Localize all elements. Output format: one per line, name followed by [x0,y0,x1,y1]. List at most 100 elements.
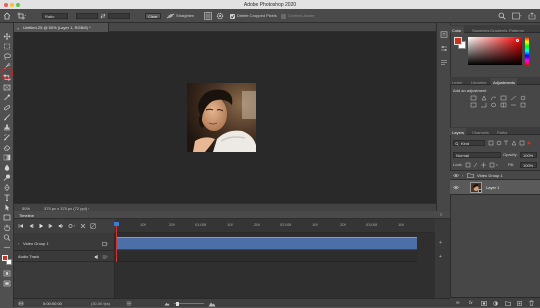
link-layers-icon[interactable]: ∞ [456,300,460,306]
rectangle-tool-icon[interactable] [3,214,11,221]
tab-adjustments[interactable]: Adjustments [491,78,518,85]
zoom-in-mountain-large-icon[interactable] [208,300,216,307]
gradient-tool-icon[interactable] [3,154,11,161]
video-group-track-header[interactable]: › Video Group 1 [14,237,115,251]
status-menu-icon[interactable]: › [88,206,89,211]
panel-foreground-swatch[interactable] [454,37,462,45]
playback-settings-icon[interactable] [68,223,76,229]
add-media-video-icon[interactable]: + [439,240,442,246]
tab-color[interactable]: Color [450,26,464,33]
add-mask-icon[interactable] [481,300,487,306]
foreground-color-swatch[interactable] [2,255,8,261]
artboard-tool-icon[interactable] [3,43,11,50]
lasso-tool-icon[interactable] [3,53,11,60]
quick-mask-icon[interactable] [3,270,11,277]
next-frame-icon[interactable] [48,223,54,229]
hue-slider[interactable] [525,37,529,65]
document-tab[interactable]: × Untitled-25 @ 50% (Layer 1, RGB/8) * [14,23,109,32]
tab-patterns[interactable]: Patterns [507,26,526,33]
audio-track-lane[interactable] [116,252,417,262]
audio-track-menu-icon[interactable] [102,254,108,260]
new-adjustment-layer-icon[interactable] [493,300,498,306]
pen-tool-icon[interactable] [3,184,11,191]
document-canvas[interactable] [14,32,450,203]
type-tool-icon[interactable] [3,194,11,201]
height-input[interactable] [108,13,130,19]
split-at-playhead-icon[interactable] [80,223,86,229]
tab-paths[interactable]: Paths [495,128,509,135]
timeline-ruler[interactable]: 10f 20f 01:00f 10f 20f 02:00f 10f 20f 03… [115,219,435,233]
search-icon[interactable] [498,12,506,20]
audio-mute-icon[interactable] [58,223,64,229]
zoom-level[interactable]: 50% [22,206,30,211]
tab-learn[interactable]: Learn [450,78,464,85]
clone-stamp-tool-icon[interactable] [3,124,11,131]
straighten-icon[interactable] [166,12,175,20]
delete-cropped-checkbox[interactable] [230,13,235,19]
expand-group-icon[interactable]: › [462,173,463,178]
overlay-grid-icon[interactable] [204,12,212,20]
color-field[interactable] [468,37,522,65]
zoom-tool-icon[interactable] [3,234,11,241]
go-to-first-frame-icon[interactable] [18,223,24,229]
layer-visibility-eye-icon[interactable] [453,185,459,190]
screen-mode-icon[interactable] [3,280,11,287]
expand-track-icon[interactable]: › [18,241,19,246]
new-group-folder-icon[interactable] [505,300,511,306]
brush-tool-icon[interactable] [3,114,11,121]
layer-row[interactable]: › Video Group 1 [450,170,540,180]
hand-tool-icon[interactable] [3,224,11,231]
properties-panel-icon[interactable] [440,45,448,52]
width-input[interactable] [76,13,98,19]
history-panel-icon[interactable] [440,31,448,38]
transition-icon[interactable] [90,223,96,229]
opacity-input[interactable]: 100% [520,152,537,158]
blend-mode-select[interactable]: Normal [453,152,501,158]
content-aware-checkbox[interactable] [281,13,286,19]
close-document-icon[interactable]: × [17,26,19,31]
frame-tool-icon[interactable] [3,84,11,91]
blur-tool-icon[interactable] [3,164,11,171]
render-settings-icon[interactable] [126,301,132,306]
lock-icons[interactable] [465,162,499,168]
play-icon[interactable] [38,223,44,229]
path-selection-tool-icon[interactable] [3,204,11,211]
tab-layers[interactable]: Layers [450,128,467,135]
workspace-icon[interactable] [512,12,522,20]
ratio-select[interactable]: Ratio [42,13,68,19]
zoom-out-mountain-small-icon[interactable] [164,301,170,306]
tab-libraries[interactable]: Libraries [469,78,488,85]
convert-to-frame-animation-icon[interactable] [18,301,24,306]
clear-button[interactable]: Clear [145,13,161,19]
layer-style-fx-icon[interactable]: fx [469,300,473,305]
eraser-tool-icon[interactable] [3,144,11,151]
history-brush-tool-icon[interactable] [3,134,11,141]
crop-tool-preset-icon[interactable] [17,12,27,20]
video-track-menu-icon[interactable] [102,241,108,247]
timeline-menu-icon[interactable]: ≡ [440,212,442,217]
delete-layer-trash-icon[interactable] [529,300,534,306]
layer-filter-kind-select[interactable]: Kind [453,140,485,146]
more-tools-icon[interactable] [3,244,11,251]
tab-channels[interactable]: Channels [470,128,491,135]
audio-track-speaker-icon[interactable] [94,254,100,260]
home-icon[interactable] [3,12,11,20]
paragraph-panel-icon[interactable] [440,59,448,66]
timeline-zoom-slider-handle[interactable] [176,301,179,306]
dodge-tool-icon[interactable] [3,174,11,181]
color-field-picker[interactable] [516,39,519,42]
add-media-audio-icon[interactable]: + [439,254,442,260]
playhead-handle[interactable] [114,222,119,226]
fill-input[interactable]: 100% [520,162,537,168]
audio-track-header[interactable]: Audio Track [14,252,115,262]
share-icon[interactable] [528,12,536,20]
video-clip[interactable] [116,237,417,250]
layer-row-selected[interactable]: Layer 1 [450,180,540,195]
healing-brush-tool-icon[interactable] [3,104,11,111]
layer-visibility-eye-icon[interactable] [453,173,459,178]
swap-dimensions-icon[interactable] [100,13,106,19]
eyedropper-tool-icon[interactable] [3,94,11,101]
crop-settings-gear-icon[interactable] [216,12,224,20]
previous-frame-icon[interactable] [28,223,34,229]
new-layer-icon[interactable] [517,300,522,306]
